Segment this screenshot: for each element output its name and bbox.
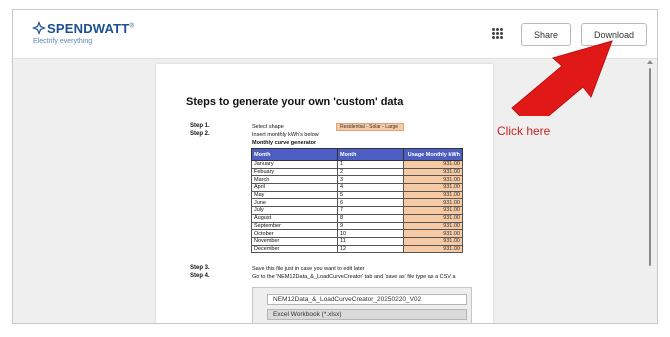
table-row: January 1 931.00 <box>251 160 463 169</box>
month-name-cell: January <box>251 160 338 169</box>
month-name-cell: December <box>251 244 338 254</box>
table-row: June 6 931.00 <box>251 198 463 208</box>
usage-cell[interactable]: 931.00 <box>403 236 463 246</box>
scroll-up-icon[interactable] <box>647 60 653 64</box>
month-number-cell: 12 <box>337 244 404 254</box>
filename-field[interactable]: NEM12Data_&_LoadCurveCreator_20250220_V0… <box>267 294 467 305</box>
step-text: Go to the 'NEM12Data_&_LoadCurveCreator'… <box>252 274 456 280</box>
table-row: March 3 931.00 <box>251 175 463 185</box>
table-row: October 10 931.00 <box>251 229 463 238</box>
month-number-cell: 11 <box>337 236 404 246</box>
document-title: Steps to generate your own 'custom' data <box>186 96 404 108</box>
usage-cell[interactable]: 931.00 <box>403 183 463 192</box>
shape-select[interactable]: Residential - Solar - Large <box>336 123 404 131</box>
month-number-cell: 4 <box>337 183 404 192</box>
filetype-select[interactable]: Excel Workbook (*.xlsx) <box>267 309 467 320</box>
logo-tagline: Electrify everything <box>33 38 93 45</box>
usage-cell[interactable]: 931.00 <box>403 190 463 200</box>
step-label: Step 2. <box>190 131 210 137</box>
month-name-cell: May <box>251 190 338 200</box>
month-number-cell: 5 <box>337 190 404 200</box>
table-row: April 4 931.00 <box>251 183 463 192</box>
usage-cell[interactable]: 931.00 <box>403 244 463 254</box>
usage-cell[interactable]: 931.00 <box>403 221 463 231</box>
step-text: Insert monthly kWh's below <box>252 132 319 138</box>
step-text: Save this file just in case you want to … <box>252 266 365 272</box>
month-number-cell: 1 <box>337 160 404 169</box>
month-name-cell: November <box>251 236 338 246</box>
click-here-callout: Click here <box>497 124 551 138</box>
table-header-row: Month Month Usage Monthly kWh <box>251 148 463 161</box>
month-number-cell: 10 <box>337 229 404 238</box>
column-header: Month <box>337 148 404 161</box>
logo-name: SPENDWATT® <box>47 21 135 36</box>
table-row: November 11 931.00 <box>251 236 463 246</box>
usage-cell[interactable]: 931.00 <box>403 198 463 208</box>
table-row: September 9 931.00 <box>251 221 463 231</box>
table-row: December 12 931.00 <box>251 244 463 254</box>
month-name-cell: October <box>251 229 338 238</box>
usage-cell[interactable]: 931.00 <box>403 167 463 177</box>
document-page: Steps to generate your own 'custom' data… <box>156 64 493 324</box>
usage-cell[interactable]: 931.00 <box>403 213 463 223</box>
step-label: Step 1. <box>190 123 210 129</box>
month-number-cell: 8 <box>337 213 404 223</box>
vertical-scrollbar[interactable] <box>649 68 651 266</box>
month-number-cell: 7 <box>337 206 404 215</box>
table-title: Monthly curve generator <box>252 140 317 146</box>
spark-logo-icon <box>32 21 46 35</box>
month-number-cell: 3 <box>337 175 404 185</box>
usage-cell[interactable]: 931.00 <box>403 206 463 215</box>
table-row: August 8 931.00 <box>251 213 463 223</box>
step-text: Select shape <box>252 124 284 130</box>
filetype-option[interactable] <box>275 323 355 324</box>
column-header: Month <box>251 148 338 161</box>
save-as-dialog: NEM12Data_&_LoadCurveCreator_20250220_V0… <box>252 287 472 324</box>
month-name-cell: Febuary <box>251 167 338 177</box>
usage-cell[interactable]: 931.00 <box>403 175 463 185</box>
column-header: Usage Monthly kWh <box>403 148 463 161</box>
step-label: Step 4. <box>190 273 210 279</box>
usage-cell[interactable]: 931.00 <box>403 229 463 238</box>
step-label: Step 3. <box>190 265 210 271</box>
table-row: Febuary 2 931.00 <box>251 167 463 177</box>
month-name-cell: September <box>251 221 338 231</box>
month-number-cell: 6 <box>337 198 404 208</box>
month-number-cell: 9 <box>337 221 404 231</box>
spendwatt-logo: SPENDWATT® Electrify everything <box>31 19 135 51</box>
monthly-curve-table: Month Month Usage Monthly kWh January 1 93… <box>251 148 463 254</box>
red-arrow-icon <box>511 40 613 116</box>
month-number-cell: 2 <box>337 167 404 177</box>
usage-cell[interactable]: 931.00 <box>403 160 463 169</box>
table-row: May 5 931.00 <box>251 190 463 200</box>
month-name-cell: August <box>251 213 338 223</box>
month-name-cell: April <box>251 183 338 192</box>
month-name-cell: June <box>251 198 338 208</box>
table-row: July 7 931.00 <box>251 206 463 215</box>
month-name-cell: March <box>251 175 338 185</box>
month-name-cell: July <box>251 206 338 215</box>
